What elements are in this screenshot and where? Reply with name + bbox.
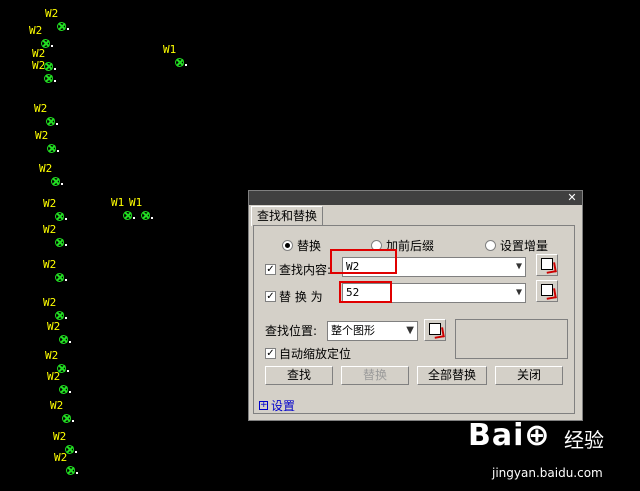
close-icon[interactable]: ✕ xyxy=(566,192,578,204)
pick-find-button[interactable] xyxy=(536,254,558,276)
highlight-replace xyxy=(339,281,392,303)
find-button[interactable]: 查找 xyxy=(265,366,333,385)
valve-symbol-icon xyxy=(175,58,184,67)
valve-symbol-icon xyxy=(62,414,71,423)
insert-point-dot xyxy=(65,244,67,246)
valve-symbol-icon xyxy=(51,177,60,186)
marker-label: W2 xyxy=(39,162,53,175)
auto-zoom-label: 自动缩放定位 xyxy=(279,347,352,361)
valve-symbol-icon xyxy=(55,212,64,221)
pick-scope-button[interactable] xyxy=(424,319,446,341)
marker-label: W1 xyxy=(129,196,143,209)
settings-label: 设置 xyxy=(271,399,296,413)
marker-label: W1 xyxy=(163,43,177,56)
insert-point-dot xyxy=(56,123,58,125)
marker-label: W2 xyxy=(34,102,48,115)
replace-button[interactable]: 替换 xyxy=(341,366,409,385)
marker-label: W2 xyxy=(43,197,57,210)
insert-point-dot xyxy=(65,279,67,281)
dialog-titlebar[interactable]: ✕ xyxy=(249,191,582,205)
radio-replace-indicator xyxy=(282,240,293,251)
highlight-find xyxy=(330,249,397,274)
marker-label: W2 xyxy=(32,47,46,60)
find-replace-dialog: ✕ 查找和替换 替换 加前后缀 设置增量 ✓ 查找内容: W2 ▼ ✓ 替 换 … xyxy=(248,190,583,421)
valve-symbol-icon xyxy=(55,311,64,320)
marker-label: W2 xyxy=(43,223,57,236)
valve-symbol-icon xyxy=(44,62,53,71)
marker-label: W2 xyxy=(43,296,57,309)
find-checkbox[interactable]: ✓ 查找内容: xyxy=(265,261,331,278)
insert-point-dot xyxy=(133,217,135,219)
find-checkbox-box: ✓ xyxy=(265,264,276,275)
valve-symbol-icon xyxy=(66,466,75,475)
insert-point-dot xyxy=(51,45,53,47)
valve-symbol-icon xyxy=(123,211,132,220)
valve-symbol-icon xyxy=(141,211,150,220)
marker-label: W2 xyxy=(50,399,64,412)
insert-point-dot xyxy=(67,28,69,30)
insert-point-dot xyxy=(76,472,78,474)
insert-point-dot xyxy=(65,218,67,220)
marker-label: W2 xyxy=(54,451,68,464)
radio-replace[interactable]: 替换 xyxy=(282,237,321,254)
marker-label: W2 xyxy=(47,320,61,333)
valve-symbol-icon xyxy=(46,117,55,126)
insert-point-dot xyxy=(151,217,153,219)
insert-point-dot xyxy=(69,391,71,393)
scope-label: 查找位置: xyxy=(265,324,318,338)
insert-point-dot xyxy=(61,183,63,185)
replace-all-button[interactable]: 全部替换 xyxy=(417,366,487,385)
radio-increment-indicator xyxy=(485,240,496,251)
valve-symbol-icon xyxy=(59,335,68,344)
jingyan-url: jingyan.baidu.com xyxy=(492,466,603,480)
insert-point-dot xyxy=(57,150,59,152)
marker-label: W2 xyxy=(32,59,46,72)
tab-find-replace[interactable]: 查找和替换 xyxy=(251,206,323,226)
jingyan-label: 经验 xyxy=(564,428,604,452)
settings-expander[interactable]: + 设置 xyxy=(259,397,295,414)
radio-replace-label: 替换 xyxy=(297,239,322,253)
replace-label: 替 换 为 xyxy=(279,290,323,304)
valve-symbol-icon xyxy=(55,273,64,282)
replace-checkbox[interactable]: ✓ 替 换 为 xyxy=(265,288,323,305)
radio-increment-label: 设置增量 xyxy=(500,239,549,253)
valve-symbol-icon xyxy=(59,385,68,394)
close-button[interactable]: 关闭 xyxy=(495,366,563,385)
pick-replace-button[interactable] xyxy=(536,280,558,302)
insert-point-dot xyxy=(54,68,56,70)
marker-label: W2 xyxy=(35,129,49,142)
marker-label: W2 xyxy=(45,7,59,20)
auto-zoom-checkbox[interactable]: ✓ 自动缩放定位 xyxy=(265,345,351,362)
marker-label: W2 xyxy=(53,430,67,443)
insert-point-dot xyxy=(69,341,71,343)
marker-label: W1 xyxy=(111,196,125,209)
valve-symbol-icon xyxy=(57,22,66,31)
valve-symbol-icon xyxy=(47,144,56,153)
marker-label: W2 xyxy=(47,370,61,383)
replace-checkbox-box: ✓ xyxy=(265,291,276,302)
marker-label: W2 xyxy=(29,24,43,37)
chevron-down-icon[interactable]: ▼ xyxy=(516,258,522,276)
valve-symbol-icon xyxy=(55,238,64,247)
valve-symbol-icon xyxy=(44,74,53,83)
scope-value: 整个图形 xyxy=(331,324,375,337)
find-label: 查找内容: xyxy=(279,263,332,277)
radio-increment[interactable]: 设置增量 xyxy=(485,237,548,254)
chevron-down-icon[interactable]: ▼ xyxy=(516,284,522,302)
scope-select[interactable]: 整个图形 ▼ xyxy=(327,321,418,341)
insert-point-dot xyxy=(65,317,67,319)
marker-label: W2 xyxy=(43,258,57,271)
preview-box xyxy=(455,319,568,359)
insert-point-dot xyxy=(75,451,77,453)
auto-zoom-checkbox-box: ✓ xyxy=(265,348,276,359)
insert-point-dot xyxy=(54,80,56,82)
marker-label: W2 xyxy=(45,349,59,362)
baidu-jingyan-watermark: Bai⊕ 经验 jingyan.baidu.com xyxy=(468,418,640,491)
chevron-down-icon[interactable]: ▼ xyxy=(406,322,414,340)
insert-point-dot xyxy=(185,64,187,66)
expand-plus-icon: + xyxy=(259,400,268,410)
insert-point-dot xyxy=(72,420,74,422)
insert-point-dot xyxy=(67,370,69,372)
baidu-logo: Bai⊕ xyxy=(468,418,551,453)
